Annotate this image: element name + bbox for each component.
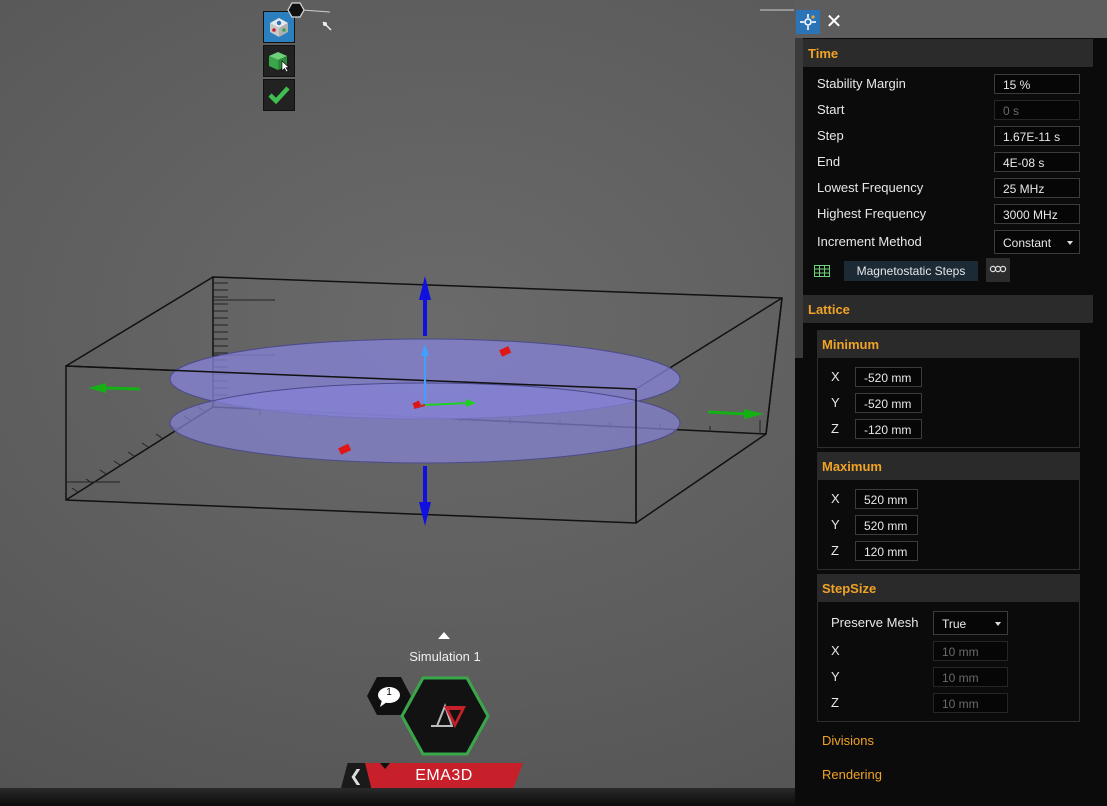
minimum-title: Minimum <box>822 336 880 352</box>
minimum-y-field[interactable]: -520 mm <box>855 393 922 413</box>
confirm-tool-button[interactable] <box>263 79 295 111</box>
stepsize-z-field: 10 mm <box>933 693 1008 713</box>
stepsize-x-field: 10 mm <box>933 641 1008 661</box>
notification-count: 1 <box>386 687 392 698</box>
preserve-mesh-label: Preserve Mesh <box>831 615 919 630</box>
stability-margin-label: Stability Margin <box>817 76 906 91</box>
magnetostatic-link-button[interactable] <box>986 258 1010 282</box>
end-field[interactable]: 4E-08 s <box>994 152 1080 172</box>
stepsize-y-label: Y <box>831 669 840 684</box>
divisions-section-toggle[interactable]: Divisions <box>822 733 874 748</box>
preserve-mesh-select[interactable]: True <box>933 611 1008 635</box>
chevron-down-icon <box>1067 241 1073 245</box>
section-time-title: Time <box>808 45 839 61</box>
x-right-arrow[interactable] <box>707 409 764 419</box>
minimum-x-label: X <box>831 369 840 384</box>
simulation-hex-button[interactable] <box>400 676 490 756</box>
maximum-x-label: X <box>831 491 840 506</box>
section-lattice-header[interactable]: Lattice <box>803 295 1093 323</box>
stepsize-y-field: 10 mm <box>933 667 1008 687</box>
minimum-header[interactable]: Minimum <box>817 330 1080 358</box>
highest-frequency-label: Highest Frequency <box>817 206 927 221</box>
minimum-x-field[interactable]: -520 mm <box>855 367 922 387</box>
maximum-z-field[interactable]: 120 mm <box>855 541 918 561</box>
expand-simulation-up-icon[interactable] <box>438 632 450 639</box>
highest-frequency-field[interactable]: 3000 MHz <box>994 204 1080 224</box>
settings-button[interactable] <box>796 10 820 34</box>
app-name: EMA3D <box>415 766 473 784</box>
maximum-x-field[interactable]: 520 mm <box>855 489 918 509</box>
stepsize-title: StepSize <box>822 580 877 596</box>
minimum-y-label: Y <box>831 395 840 410</box>
select-object-tool-button[interactable] <box>263 45 295 77</box>
lowest-frequency-label: Lowest Frequency <box>817 180 924 195</box>
stepsize-x-label: X <box>831 643 840 658</box>
settings-icon <box>800 14 816 30</box>
stepsize-header[interactable]: StepSize <box>817 574 1080 602</box>
panel-scrollbar[interactable] <box>795 38 803 358</box>
minimum-z-label: Z <box>831 421 839 436</box>
pin-toggle[interactable] <box>287 2 305 18</box>
maximum-title: Maximum <box>822 458 882 474</box>
section-time-header[interactable]: Time <box>803 39 1093 67</box>
increment-method-select[interactable]: Constant <box>994 230 1080 254</box>
end-label: End <box>817 154 841 169</box>
step-field[interactable]: 1.67E-11 s <box>994 126 1080 146</box>
x-left-arrow[interactable] <box>88 383 141 393</box>
table-icon[interactable] <box>814 264 830 282</box>
increment-method-value: Constant <box>1003 236 1052 250</box>
start-label: Start <box>817 102 845 117</box>
view-cube-icon <box>270 18 288 37</box>
bottom-bar <box>0 788 795 806</box>
rendering-section-toggle[interactable]: Rendering <box>822 767 882 782</box>
chevron-down-icon <box>995 622 1001 626</box>
pin-icon <box>287 2 305 18</box>
preserve-mesh-value: True <box>942 617 967 631</box>
maximum-z-label: Z <box>831 543 839 558</box>
increment-method-label: Increment Method <box>817 234 922 249</box>
magnetostatic-steps-button[interactable]: Magnetostatic Steps <box>844 261 978 281</box>
maximum-header[interactable]: Maximum <box>817 452 1080 480</box>
simulation-name: Simulation 1 <box>409 649 481 664</box>
z-down-arrow[interactable] <box>419 466 431 526</box>
step-label: Step <box>817 128 844 143</box>
lowest-frequency-field[interactable]: 25 MHz <box>994 178 1080 198</box>
checkmark-icon <box>268 86 290 105</box>
ema3d-logo-icon <box>400 676 490 756</box>
section-lattice-title: Lattice <box>808 301 850 317</box>
select-object-icon <box>269 52 290 73</box>
stability-margin-field[interactable]: 15 % <box>994 74 1080 94</box>
pushpin-icon <box>322 21 332 31</box>
minimum-z-field[interactable]: -120 mm <box>855 419 922 439</box>
maximum-y-field[interactable]: 520 mm <box>855 515 918 535</box>
start-field: 0 s <box>994 100 1080 120</box>
pin-needle <box>322 18 332 31</box>
close-icon: ✕ <box>825 11 843 33</box>
maximum-y-label: Y <box>831 517 840 532</box>
app-tab-notch <box>380 763 390 769</box>
stepsize-z-label: Z <box>831 695 839 710</box>
close-button[interactable]: ✕ <box>824 12 844 32</box>
link-icon <box>989 265 1007 273</box>
magnetostatic-steps-label: Magnetostatic Steps <box>856 264 966 278</box>
chevron-left-icon: ❮ <box>349 767 363 785</box>
